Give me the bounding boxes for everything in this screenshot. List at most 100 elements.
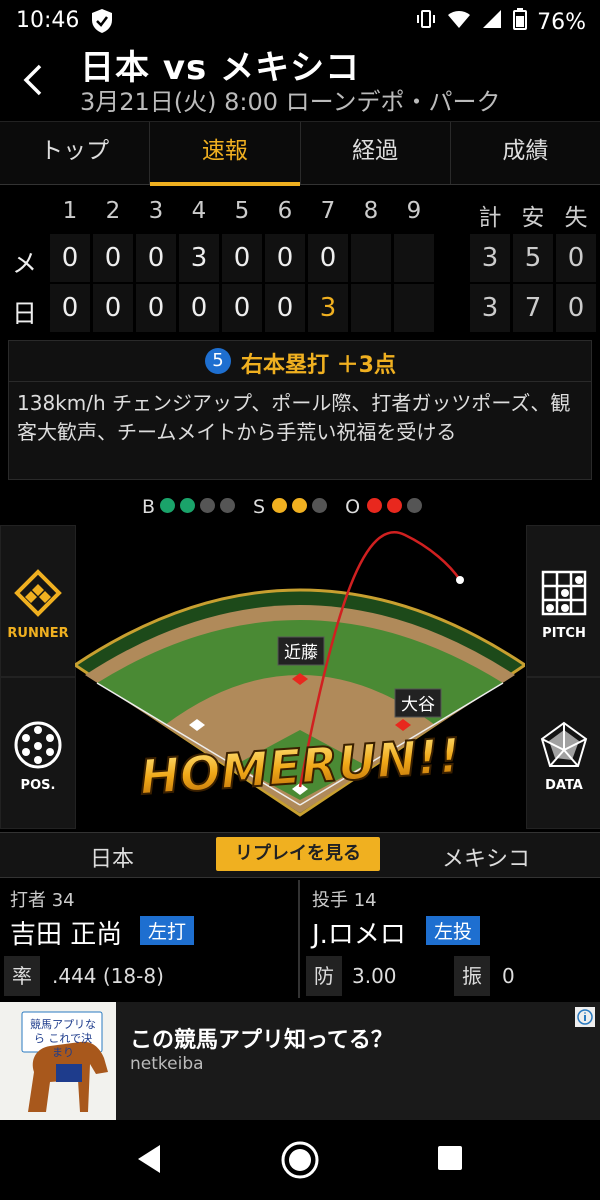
- team-label: メ: [12, 249, 38, 278]
- runner-label: RUNNER: [7, 626, 69, 641]
- runner-second: 近藤: [284, 643, 318, 663]
- pitcher-hand-badge: 左投: [426, 916, 481, 945]
- ad-info-icon[interactable]: [574, 1006, 596, 1028]
- inning-score: 0: [179, 284, 219, 332]
- away-team-label[interactable]: メキシコ: [442, 841, 530, 873]
- pitcher-panel: 投手 14 J.ロメロ 左投 防 3.00 振 0: [302, 880, 600, 998]
- inning-score: 0: [222, 234, 262, 282]
- recents-nav-icon[interactable]: [436, 1144, 464, 1172]
- era-label: 防: [306, 956, 342, 996]
- ad-title[interactable]: この競馬アプリ知ってる？: [130, 1022, 393, 1054]
- inning-score: [394, 234, 434, 282]
- batter-name[interactable]: 吉田 正尚: [10, 914, 122, 951]
- inning-score: 3: [179, 234, 219, 282]
- baseball-diamond: 近藤 大谷 HOMERUN!!: [75, 531, 525, 817]
- inning-header: 1: [62, 198, 78, 224]
- data-button[interactable]: DATA: [526, 677, 600, 829]
- radar-chart-icon: [540, 721, 588, 767]
- tab-bar: トップ 速報 経過 成績: [0, 121, 600, 186]
- inning-header: 7: [320, 198, 336, 224]
- data-label: DATA: [545, 778, 583, 793]
- replay-button[interactable]: リプレイを見る: [216, 837, 380, 871]
- status-bar: 10:46 76%: [0, 0, 600, 42]
- outs-indicator: [362, 496, 423, 518]
- play-header: 5 右本塁打 ＋3点: [9, 341, 591, 382]
- play-title: 右本塁打 ＋3点: [241, 353, 396, 378]
- back-nav-icon[interactable]: [134, 1142, 164, 1176]
- inning-score: [351, 234, 391, 282]
- pitcher-role: 投手 14: [312, 890, 377, 911]
- tab-stats[interactable]: 成績: [451, 122, 600, 184]
- total-hits: 5: [513, 234, 553, 282]
- inning-header: 3: [148, 198, 164, 224]
- inning-header: 2: [105, 198, 121, 224]
- play-description: 138km/h チェンジアップ、ポール際、打者ガッツポーズ、観客大歓声、チームメ…: [17, 391, 571, 444]
- inning-header: 9: [406, 198, 422, 224]
- ad-image-text: 競馬アプリなら これで決まり: [30, 1018, 96, 1059]
- ball-dot: [180, 498, 196, 513]
- inning-score: [351, 284, 391, 332]
- total-errors: 0: [556, 234, 596, 282]
- strike-label: S: [253, 496, 266, 518]
- total-hits: 7: [513, 284, 553, 332]
- strikeouts-value: 0: [502, 964, 515, 988]
- navigation-bar: [0, 1122, 600, 1200]
- positions-button[interactable]: POS.: [0, 677, 76, 829]
- inning-score: 0: [50, 284, 90, 332]
- team-switch-bar: 日本 リプレイを見る メキシコ: [0, 832, 600, 878]
- diamond-icon: [14, 569, 62, 617]
- inning-score: 0: [308, 234, 348, 282]
- total-runs: 3: [470, 284, 510, 332]
- field-view: RUNNER POS. PITCH DATA 近藤 大谷 HOMERUN!!: [0, 525, 600, 830]
- inning-score: 0: [136, 234, 176, 282]
- home-nav-icon[interactable]: [280, 1140, 320, 1180]
- inning-score: 0: [93, 234, 133, 282]
- home-team-label[interactable]: 日本: [90, 841, 134, 873]
- vibrate-icon: [415, 8, 437, 36]
- inning-header: 6: [277, 198, 293, 224]
- wifi-icon: [447, 9, 471, 35]
- strike-dot: [292, 498, 308, 513]
- inning-score: 0: [50, 234, 90, 282]
- inning-score: [394, 284, 434, 332]
- out-label: O: [345, 496, 361, 518]
- ball-label: B: [142, 496, 156, 518]
- strike-dot: [272, 498, 288, 513]
- positions-icon: [14, 721, 62, 769]
- pos-label: POS.: [20, 778, 56, 793]
- pitch-label: PITCH: [542, 626, 586, 641]
- divider: [298, 880, 300, 998]
- ball-dot: [160, 498, 176, 513]
- total-header: 失: [564, 205, 588, 231]
- battery-icon: [513, 8, 528, 36]
- ad-banner[interactable]: 競馬アプリなら これで決まり この競馬アプリ知ってる？ netkeiba: [0, 1002, 600, 1120]
- batter-hand-badge: 左打: [140, 916, 195, 945]
- ad-image[interactable]: 競馬アプリなら これで決まり: [0, 1002, 116, 1120]
- out-dot: [387, 498, 403, 513]
- shield-icon: [90, 8, 114, 38]
- total-header: 安: [521, 205, 545, 231]
- pitch-button[interactable]: PITCH: [526, 525, 600, 677]
- inning-score: 0: [136, 284, 176, 332]
- match-subtitle: 3月21日(火) 8:00 ローンデポ・パーク: [80, 88, 501, 116]
- tab-live[interactable]: 速報: [150, 122, 301, 186]
- runner-button[interactable]: RUNNER: [0, 525, 76, 677]
- team-label: 日: [12, 299, 38, 328]
- pitcher-name[interactable]: J.ロメロ: [312, 914, 406, 951]
- inning-score: 0: [265, 284, 305, 332]
- era-value: 3.00: [352, 964, 397, 988]
- runner-first: 大谷: [401, 695, 435, 715]
- ad-sponsor: netkeiba: [130, 1054, 204, 1074]
- balls-indicator: [155, 496, 236, 518]
- back-button[interactable]: [18, 62, 48, 98]
- out-dot: [407, 498, 423, 513]
- inning-score: 0: [93, 284, 133, 332]
- inning-score: 3: [308, 284, 348, 332]
- batter-role: 打者 34: [10, 890, 75, 911]
- ball-landing: [456, 576, 464, 584]
- tab-top[interactable]: トップ: [0, 122, 151, 184]
- strike-dot: [312, 498, 328, 513]
- batter-panel: 打者 34 吉田 正尚 左打 率 .444 (18-8): [0, 880, 298, 998]
- tab-progress[interactable]: 経過: [301, 122, 451, 184]
- inning-header: 4: [191, 198, 207, 224]
